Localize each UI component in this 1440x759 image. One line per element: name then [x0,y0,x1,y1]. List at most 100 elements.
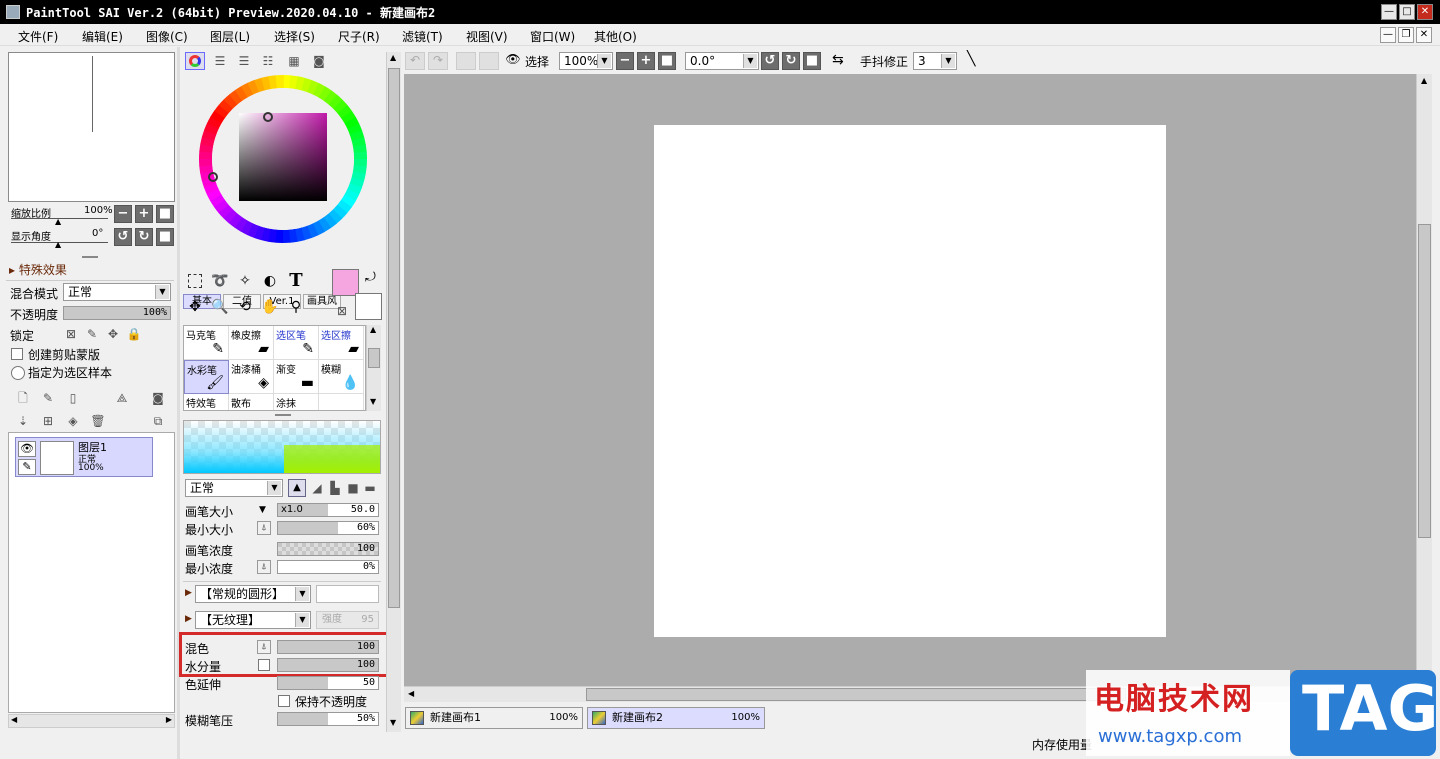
panel-splitter[interactable] [82,256,98,258]
tool-panel-scrollbar[interactable]: ▲ ▼ [386,52,401,732]
brush-texture-select[interactable]: 【无纹理】 ▼ [195,611,311,629]
pencil-icon[interactable]: ✎ [18,459,36,475]
secondary-color-swatch[interactable] [355,293,382,320]
menu-filter[interactable]: 滤镜(T) [402,28,443,45]
layer-opacity-slider[interactable]: 100% [63,306,171,320]
doc-restore-button[interactable]: ❐ [1398,27,1414,43]
rotate-tool-icon[interactable]: ⟲ [234,296,256,318]
apply-mask-icon[interactable]: ⧉ [150,413,166,429]
brush-mode-select[interactable]: 正常 ▼ [185,479,283,497]
blend-mode-select[interactable]: 正常 ▼ [63,283,171,301]
layer-list-hscroll[interactable]: ◀ ▶ [8,714,175,728]
canvas-viewport[interactable] [404,74,1416,686]
doc-close-button[interactable]: ✕ [1416,27,1432,43]
shape-expander-icon[interactable]: ▶ [185,588,192,598]
swap-colors-icon[interactable]: ⤾ [365,270,376,285]
brush-cell[interactable]: 渐变 ▬ [274,360,319,394]
brush-cell[interactable]: 涂抹 ☝ [274,394,319,410]
swatch-list-icon[interactable]: ☷ [260,53,276,69]
canvas-zoom-in-button[interactable]: + [637,52,655,70]
palette-grid-icon[interactable]: ▦ [286,53,302,69]
trash-icon[interactable]: 🗑 [90,413,106,429]
zoom-reset-button[interactable]: ■ [156,205,174,223]
brush-cell[interactable]: 特效笔✎ [184,394,229,410]
transparent-color-icon[interactable]: ⊠ [334,303,350,319]
brush-size-slider[interactable]: x1.0 50.0 [277,503,379,517]
canvas-vscroll[interactable]: ▲ ▼ [1416,74,1432,686]
brush-grid-scrollbar[interactable]: ▲ ▼ [366,325,381,411]
layer-row[interactable]: 👁 ✎ 图层1 正常 100% [15,437,153,477]
invert-selection-icon[interactable] [479,52,499,70]
eye-icon[interactable]: 👁 [504,52,522,70]
min-size-slider[interactable]: 60% [277,521,379,535]
stabilizer-select[interactable]: 3 ▼ [913,52,957,70]
brush-cell[interactable]: 马克笔 ✎ [184,326,229,360]
eye-icon[interactable]: 👁 [18,441,36,457]
brush-shape-triangle-icon[interactable]: ▲ [288,479,306,497]
menu-other[interactable]: 其他(O) [594,28,637,45]
close-button[interactable]: ✕ [1417,4,1433,20]
menu-edit[interactable]: 编辑(E) [82,28,123,45]
doc-tab-1[interactable]: 新建画布1 100% [405,707,583,729]
move-icon[interactable]: ✥ [184,296,206,318]
select-rect-icon[interactable] [184,270,206,292]
menu-window[interactable]: 窗口(W) [530,28,575,45]
canvas-paper[interactable] [654,125,1166,637]
pressure-size-icon[interactable]: ⍋ [257,521,271,535]
clip-mask-checkbox[interactable] [11,348,23,360]
min-density-slider[interactable]: 0% [277,560,379,574]
canvas-rotate-left-button[interactable]: ↺ [761,52,779,70]
canvas-zoom-out-button[interactable]: − [616,52,634,70]
doc-tab-2[interactable]: 新建画布2 100% [587,707,765,729]
brush-cell[interactable]: 水彩笔 🖌 [184,360,229,394]
lock-all-icon[interactable]: 🔒 [126,326,142,342]
doc-minimize-button[interactable]: — [1380,27,1396,43]
menu-image[interactable]: 图像(C) [146,28,188,45]
brush-cell[interactable]: 散布 · [229,394,274,410]
menu-view[interactable]: 视图(V) [466,28,508,45]
canvas-zoom-select[interactable]: 100% ▼ [559,52,613,70]
layer-effect-icon[interactable]: ⟁ [114,390,130,406]
brush-shape-round-icon[interactable]: ◢ [309,480,325,496]
canvas-zoom-reset-button[interactable]: ■ [658,52,676,70]
eyedropper-icon[interactable]: ⚲ [285,296,307,318]
angle-slider-handle[interactable]: ▲ [55,240,61,249]
maximize-button[interactable]: □ [1399,4,1415,20]
brush-cell[interactable]: 选区笔 ✎ [274,326,319,360]
selection-sample-radio[interactable] [11,366,25,380]
size-dropdown-icon[interactable]: ▼ [259,505,266,515]
texture-expander-icon[interactable]: ▶ [185,614,192,624]
deselect-icon[interactable] [456,52,476,70]
brush-shape-square-icon[interactable]: ■ [345,480,361,496]
rotate-left-button[interactable]: ↺ [114,228,132,246]
color-wheel-mode-button[interactable] [185,52,205,70]
pressure-density-icon[interactable]: ⍋ [257,560,271,574]
undo-icon[interactable]: ↶ [405,52,425,70]
zoom-in-button[interactable]: + [135,205,153,223]
brush-cell[interactable]: 模糊 💧 [319,360,364,394]
brush-shape-select[interactable]: 【常规的圆形】 ▼ [195,585,311,603]
brush-density-slider[interactable]: 100 [277,542,379,556]
duplicate-layer-icon[interactable]: ⊞ [40,413,56,429]
menu-layer[interactable]: 图层(L) [210,28,250,45]
hsv-slider-icon[interactable]: ☰ [236,53,252,69]
clear-layer-icon[interactable]: ◈ [65,413,81,429]
brush-cell[interactable]: 油漆桶 ◈ [229,360,274,394]
rotate-reset-button[interactable]: ■ [156,228,174,246]
zoom-tool-icon[interactable]: 🔍 [209,296,231,318]
zoom-out-button[interactable]: − [114,205,132,223]
lock-paint-icon[interactable]: ✎ [84,326,100,342]
rgb-slider-icon[interactable]: ☰ [212,53,228,69]
layer-mask-icon[interactable]: ◙ [150,390,166,406]
menu-ruler[interactable]: 尺子(R) [338,28,380,45]
effects-expander[interactable]: ▸ 特殊效果 [9,261,67,278]
blur-slider[interactable]: 50% [277,712,379,726]
text-tool-icon[interactable]: T [285,270,307,292]
brush-cell[interactable] [319,394,364,410]
rotate-right-button[interactable]: ↻ [135,228,153,246]
minimize-button[interactable]: — [1381,4,1397,20]
navigator-preview[interactable] [8,52,175,202]
lock-transparency-icon[interactable]: ⊠ [63,326,79,342]
new-layer-icon[interactable]: 🗋 [15,390,31,406]
canvas-rotate-reset-button[interactable]: ■ [803,52,821,70]
